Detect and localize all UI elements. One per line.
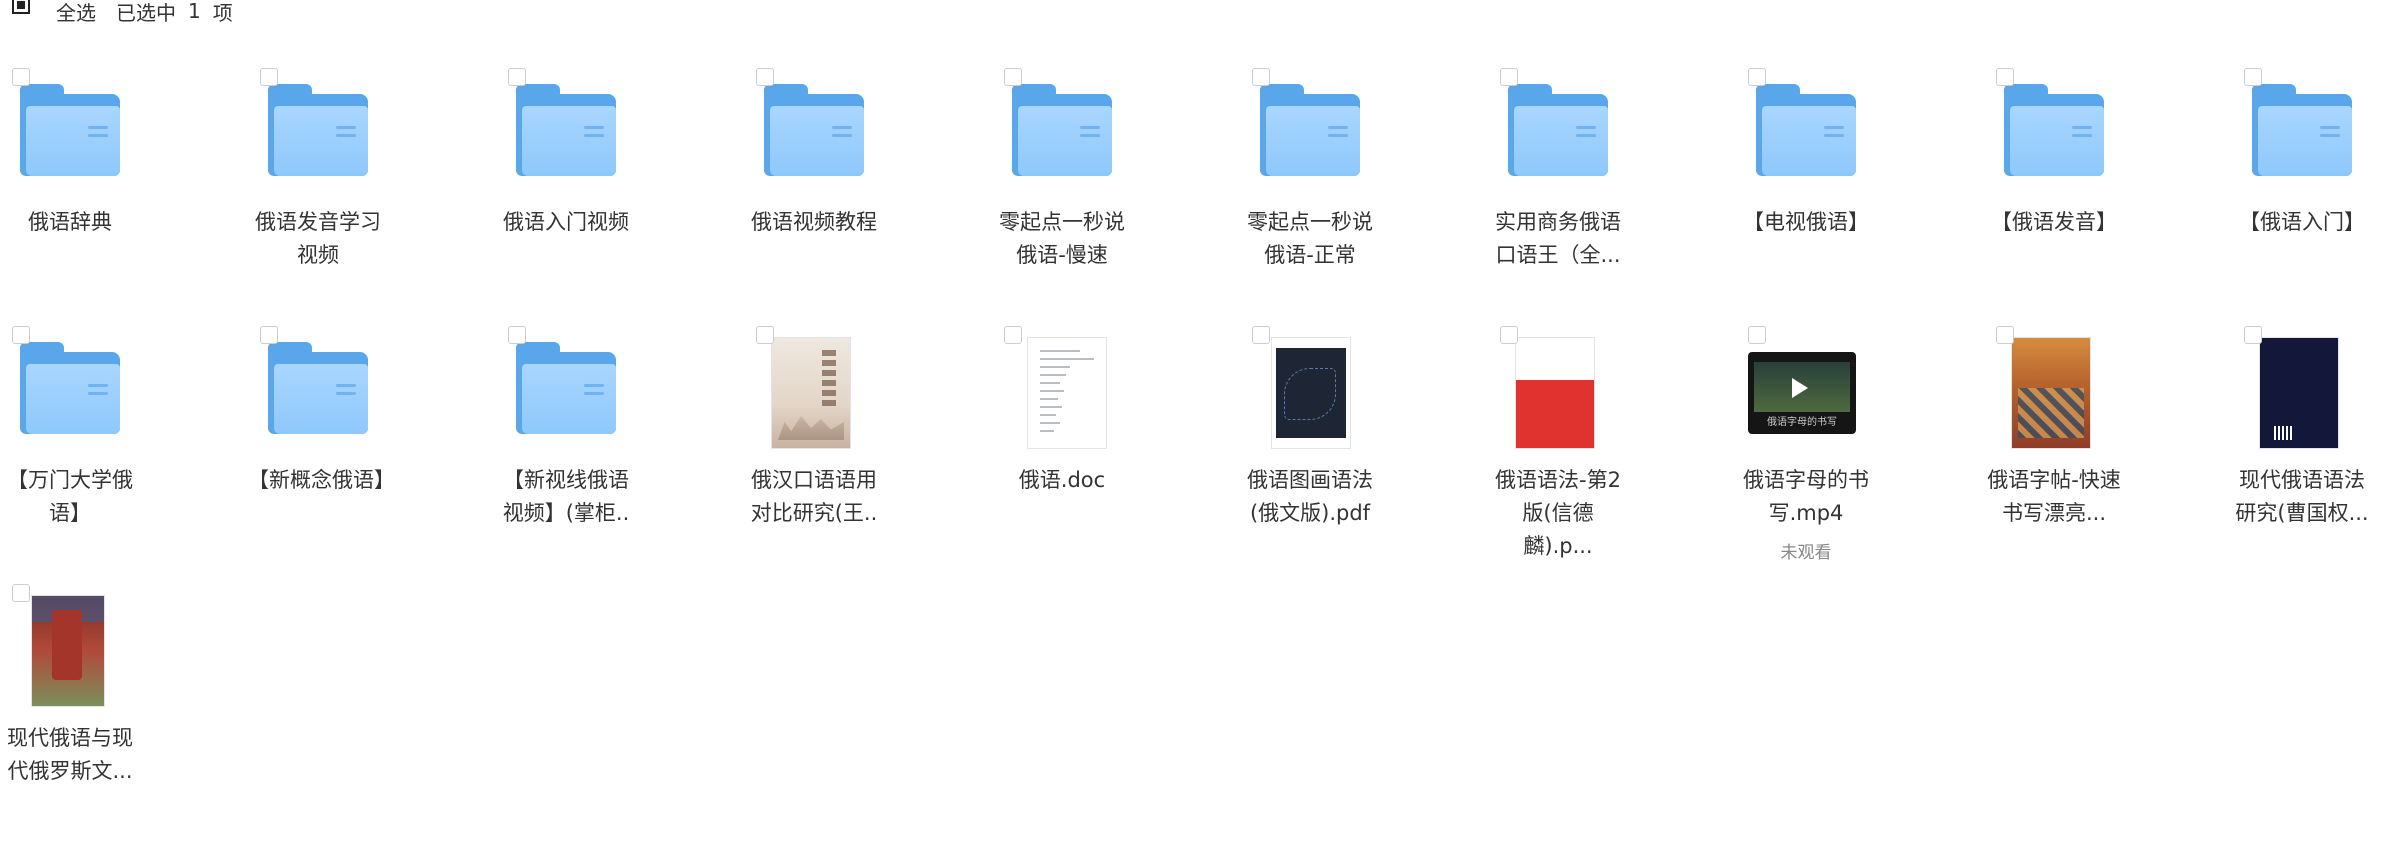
item-checkbox[interactable] <box>756 68 774 86</box>
watch-status: 未观看 <box>1780 543 1832 563</box>
file-item[interactable]: 实用商务俄语口语王（全... <box>1488 64 1688 304</box>
file-item[interactable]: 俄语入门视频 <box>496 64 696 304</box>
file-item[interactable]: 现代俄语语法研究(曹国权... <box>2232 322 2382 562</box>
file-item[interactable]: 俄语图画语法(俄文版).pdf <box>1240 322 1440 562</box>
item-checkbox[interactable] <box>1004 326 1022 344</box>
file-name: 现代俄语语法研究(曹国权... <box>2235 468 2369 525</box>
item-checkbox[interactable] <box>1500 68 1518 86</box>
item-checkbox[interactable] <box>12 326 30 344</box>
folder-icon <box>764 84 864 176</box>
item-checkbox[interactable] <box>1996 326 2014 344</box>
file-item[interactable]: 俄语.doc <box>992 322 1192 562</box>
file-name: 俄语图画语法(俄文版).pdf <box>1247 468 1373 525</box>
folder-icon <box>516 342 616 434</box>
selected-count: 1 <box>188 0 201 23</box>
file-name: 【俄语发音】 <box>1991 210 2117 234</box>
folder-icon <box>2252 84 2352 176</box>
pdf-thumbnail <box>1272 338 1350 448</box>
book-cover-thumbnail <box>1516 338 1594 448</box>
file-item[interactable]: 【万门大学俄语】 <box>0 322 200 562</box>
file-item[interactable]: 俄语发音学习视频 <box>248 64 448 304</box>
selected-unit: 项 <box>212 0 233 25</box>
folder-icon <box>268 84 368 176</box>
file-name: 现代俄语与现代俄罗斯文... <box>7 726 133 783</box>
file-name: 俄语语法-第2版(信德麟).p... <box>1495 468 1621 558</box>
select-all-checkbox[interactable] <box>12 0 30 14</box>
file-item[interactable]: 俄汉口语语用对比研究(王.. <box>744 322 944 562</box>
barcode-icon <box>2274 426 2294 440</box>
book-cover-thumbnail <box>2012 338 2090 448</box>
file-name: 俄语视频教程 <box>751 210 877 234</box>
video-caption: 俄语字母的书写 <box>1767 417 1837 428</box>
file-name: 【新视线俄语视频】(掌柜.. <box>502 468 630 525</box>
file-item[interactable]: 零起点一秒说俄语-慢速 <box>992 64 1192 304</box>
item-checkbox[interactable] <box>508 68 526 86</box>
file-item[interactable]: 俄语语法-第2版(信德麟).p... <box>1488 322 1688 562</box>
folder-icon <box>1260 84 1360 176</box>
file-item[interactable]: 俄语辞典 <box>0 64 200 304</box>
folder-icon <box>20 84 120 176</box>
item-checkbox[interactable] <box>1252 326 1270 344</box>
file-name: 【电视俄语】 <box>1743 210 1869 234</box>
folder-icon <box>1508 84 1608 176</box>
file-item[interactable]: 零起点一秒说俄语-正常 <box>1240 64 1440 304</box>
item-checkbox[interactable] <box>1252 68 1270 86</box>
doc-thumbnail <box>1028 338 1106 448</box>
file-name: 【俄语入门】 <box>2239 210 2365 234</box>
item-checkbox[interactable] <box>260 326 278 344</box>
item-checkbox[interactable] <box>260 68 278 86</box>
item-checkbox[interactable] <box>12 584 30 602</box>
file-item[interactable]: 【新概念俄语】 <box>248 322 448 562</box>
selected-text: 已选中 <box>116 0 176 25</box>
file-item[interactable]: 现代俄语与现代俄罗斯文... <box>0 580 200 820</box>
file-name: 【新概念俄语】 <box>248 468 395 492</box>
file-item[interactable]: 【俄语发音】 <box>1984 64 2184 304</box>
book-cover-thumbnail <box>2260 338 2338 448</box>
play-icon <box>1792 378 1808 398</box>
folder-icon <box>1012 84 1112 176</box>
file-name: 俄语辞典 <box>28 210 112 234</box>
book-cover-thumbnail <box>772 338 850 448</box>
item-checkbox[interactable] <box>2244 326 2262 344</box>
select-all-label[interactable]: 全选 <box>56 0 96 26</box>
file-name: 实用商务俄语口语王（全... <box>1495 210 1621 267</box>
file-name: 俄语.doc <box>1018 468 1106 492</box>
item-checkbox[interactable] <box>1004 68 1022 86</box>
file-item[interactable]: 【俄语入门】 <box>2232 64 2382 304</box>
file-item[interactable]: 俄语视频教程 <box>744 64 944 304</box>
file-item[interactable]: 俄语字帖-快速书写漂亮... <box>1984 322 2184 562</box>
file-item[interactable]: 【新视线俄语视频】(掌柜.. <box>496 322 696 562</box>
item-checkbox[interactable] <box>1996 68 2014 86</box>
folder-icon <box>20 342 120 434</box>
file-name: 俄语发音学习视频 <box>255 210 381 267</box>
item-checkbox[interactable] <box>12 68 30 86</box>
item-checkbox[interactable] <box>1748 68 1766 86</box>
file-name: 俄语字帖-快速书写漂亮... <box>1987 468 2121 525</box>
file-name: 零起点一秒说俄语-慢速 <box>999 210 1125 267</box>
video-thumbnail: 俄语字母的书写 <box>1748 352 1856 434</box>
item-checkbox[interactable] <box>2244 68 2262 86</box>
file-name: 俄汉口语语用对比研究(王.. <box>750 468 878 525</box>
selection-toolbar: 全选 已选中 1 项 <box>0 0 233 25</box>
book-cover-thumbnail <box>32 596 104 706</box>
file-name: 零起点一秒说俄语-正常 <box>1247 210 1373 267</box>
item-checkbox[interactable] <box>1748 326 1766 344</box>
folder-icon <box>2004 84 2104 176</box>
file-item[interactable]: 俄语字母的书写 俄语字母的书写.mp4 未观看 <box>1736 322 1936 563</box>
folder-icon <box>1756 84 1856 176</box>
item-checkbox[interactable] <box>756 326 774 344</box>
folder-icon <box>516 84 616 176</box>
folder-icon <box>268 342 368 434</box>
file-name: 【万门大学俄语】 <box>7 468 133 525</box>
item-checkbox[interactable] <box>1500 326 1518 344</box>
file-name: 俄语入门视频 <box>503 210 629 234</box>
item-checkbox[interactable] <box>508 326 526 344</box>
file-item[interactable]: 【电视俄语】 <box>1736 64 1936 304</box>
file-name: 俄语字母的书写.mp4 <box>1743 468 1869 525</box>
